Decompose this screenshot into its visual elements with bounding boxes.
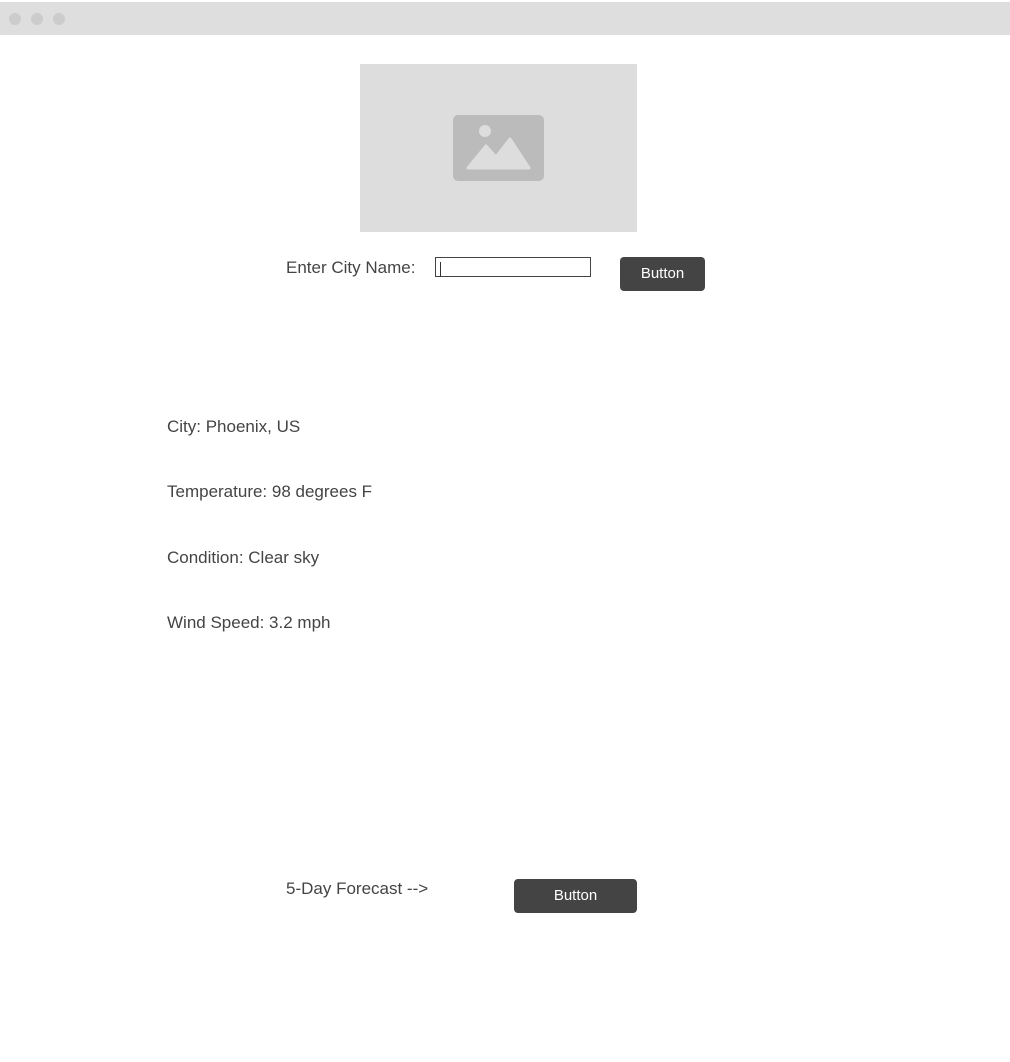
- weather-image-placeholder: [360, 64, 637, 232]
- window-dot-icon[interactable]: [9, 13, 21, 25]
- window-dot-icon[interactable]: [31, 13, 43, 25]
- temperature-text: Temperature: 98 degrees F: [167, 482, 373, 501]
- forecast-button[interactable]: Button: [514, 879, 637, 913]
- city-name-label: Enter City Name:: [286, 258, 416, 277]
- wind-speed-text: Wind Speed: 3.2 mph: [167, 613, 331, 632]
- city-text: City: Phoenix, US: [167, 417, 301, 436]
- condition-text: Condition: Clear sky: [167, 548, 320, 567]
- window-titlebar: [0, 2, 1010, 35]
- window-dot-icon[interactable]: [53, 13, 65, 25]
- text-cursor: [440, 262, 441, 277]
- image-icon: [453, 115, 544, 181]
- city-name-input[interactable]: [435, 257, 591, 277]
- forecast-label: 5-Day Forecast -->: [286, 879, 429, 898]
- search-button[interactable]: Button: [620, 257, 705, 291]
